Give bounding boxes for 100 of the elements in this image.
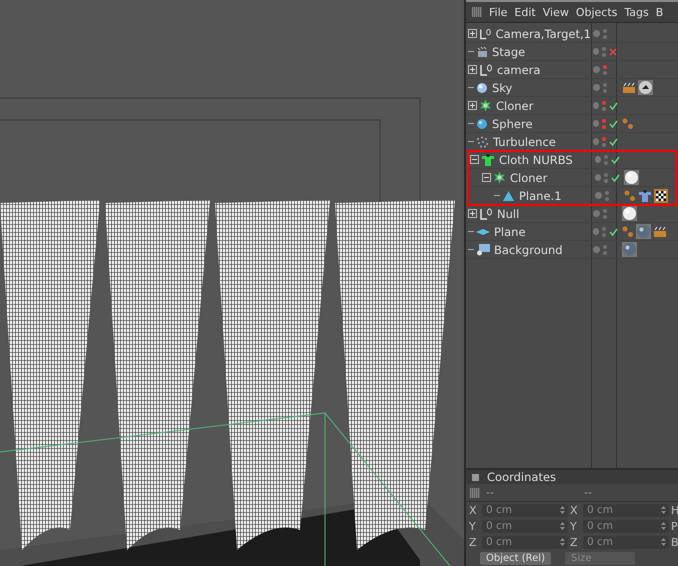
dots-icon	[476, 136, 489, 148]
spinner-icon[interactable]	[661, 506, 666, 514]
menu-item[interactable]: File	[489, 6, 508, 18]
visibility-dot[interactable]	[602, 46, 606, 50]
spinner-icon[interactable]	[560, 506, 565, 514]
spinner-icon[interactable]	[560, 522, 565, 530]
spinner-icon[interactable]	[661, 522, 666, 530]
visibility-dot[interactable]	[604, 154, 608, 158]
viewport-drawing[interactable]	[0, 0, 466, 566]
visibility-dot[interactable]	[602, 142, 606, 146]
visibility-dot[interactable]	[603, 250, 607, 254]
check-icon[interactable]	[611, 156, 620, 164]
checker-icon	[654, 188, 668, 202]
axis-label: X	[469, 504, 478, 516]
cross-icon[interactable]	[609, 48, 618, 56]
grip-icon[interactable]	[472, 7, 482, 17]
visibility-dot[interactable]	[602, 136, 606, 140]
material-icon	[622, 206, 637, 221]
menu-item[interactable]: B	[656, 6, 664, 18]
menu-item[interactable]: Objects	[576, 6, 618, 18]
visibility-dot[interactable]	[605, 196, 609, 200]
visibility-dot[interactable]	[603, 70, 607, 74]
visibility-dot[interactable]	[602, 124, 606, 128]
check-icon[interactable]	[609, 228, 618, 236]
visibility-dot[interactable]	[603, 214, 607, 218]
editor-dot[interactable]	[593, 84, 600, 91]
axis-label: Y	[570, 520, 578, 532]
editor-dot[interactable]	[593, 102, 600, 109]
grip-icon[interactable]	[470, 488, 480, 498]
collapse-toggle[interactable]	[470, 155, 479, 164]
axis-label: Z	[570, 536, 579, 548]
expand-toggle[interactable]	[468, 65, 477, 74]
expand-toggle[interactable]	[468, 101, 477, 110]
triangle-icon	[502, 190, 515, 202]
expand-toggle[interactable]	[468, 209, 477, 218]
check-icon[interactable]	[609, 120, 618, 128]
object-name[interactable]: Plane.1	[517, 188, 562, 202]
object-name[interactable]: Plane	[492, 224, 526, 238]
visibility-dot[interactable]	[603, 82, 607, 86]
visibility-dot[interactable]	[604, 172, 608, 176]
clapperboard-icon	[476, 46, 488, 58]
object-name[interactable]: Cloner	[494, 98, 534, 112]
axis-label: B	[671, 536, 678, 548]
editor-dot[interactable]	[593, 120, 600, 127]
menu-item[interactable]: View	[542, 6, 569, 18]
star-icon	[493, 171, 506, 184]
check-icon[interactable]	[609, 102, 618, 110]
editor-dot[interactable]	[593, 228, 600, 235]
column-header: --	[486, 486, 495, 499]
editor-dot[interactable]	[595, 174, 602, 181]
editor-dot[interactable]	[593, 138, 600, 145]
mode-dropdown[interactable]: Object (Rel)	[480, 552, 551, 565]
object-name[interactable]: Cloth NURBS	[497, 152, 573, 166]
editor-dot[interactable]	[595, 192, 602, 199]
column-header: --	[584, 486, 593, 499]
editor-dot[interactable]	[593, 66, 600, 73]
object-name[interactable]: Turbulence	[491, 134, 556, 148]
expand-toggle[interactable]	[468, 29, 477, 38]
object-name[interactable]: Camera,Target,1	[494, 26, 591, 40]
editor-dot[interactable]	[595, 156, 602, 163]
menu-item[interactable]: Edit	[514, 6, 536, 18]
sphere-icon	[476, 118, 488, 130]
spinner-icon[interactable]	[661, 538, 666, 546]
editor-dot[interactable]	[593, 210, 600, 217]
visibility-dot[interactable]	[603, 34, 607, 38]
visibility-dot[interactable]	[605, 190, 609, 194]
object-name[interactable]: Stage	[490, 44, 526, 58]
object-name[interactable]: Sphere	[490, 116, 533, 130]
clapperboard-icon	[653, 225, 667, 238]
sphere-icon	[476, 82, 488, 94]
editor-dot[interactable]	[593, 246, 600, 253]
object-name[interactable]: camera	[495, 62, 540, 76]
menu-item[interactable]: Tags	[624, 6, 649, 18]
plane-icon	[476, 226, 490, 236]
star-icon	[479, 99, 492, 112]
object-name[interactable]: Sky	[490, 80, 512, 94]
collapse-toggle[interactable]	[482, 173, 491, 182]
object-name[interactable]: Cloner	[508, 170, 548, 184]
visibility-dot[interactable]	[602, 226, 606, 230]
shirt-icon	[481, 154, 495, 166]
material-icon	[624, 170, 639, 185]
axis-icon	[479, 64, 493, 76]
object-name[interactable]: Background	[492, 242, 563, 256]
object-name[interactable]: Null	[495, 206, 520, 220]
spinner-icon[interactable]	[560, 538, 565, 546]
visibility-dot[interactable]	[603, 244, 607, 248]
check-icon[interactable]	[609, 138, 618, 146]
axis-label: Z	[469, 536, 478, 548]
screen-icon	[476, 243, 490, 256]
editor-dot[interactable]	[593, 48, 600, 55]
visibility-dot[interactable]	[602, 100, 606, 104]
visibility-dot[interactable]	[603, 64, 607, 68]
visibility-dot[interactable]	[603, 208, 607, 212]
visibility-dot[interactable]	[602, 106, 606, 110]
visibility-dot[interactable]	[603, 28, 607, 32]
visibility-dot[interactable]	[603, 88, 607, 92]
visibility-dot[interactable]	[602, 118, 606, 122]
check-icon[interactable]	[611, 174, 620, 182]
editor-dot[interactable]	[593, 30, 600, 37]
dots-icon	[622, 118, 634, 130]
